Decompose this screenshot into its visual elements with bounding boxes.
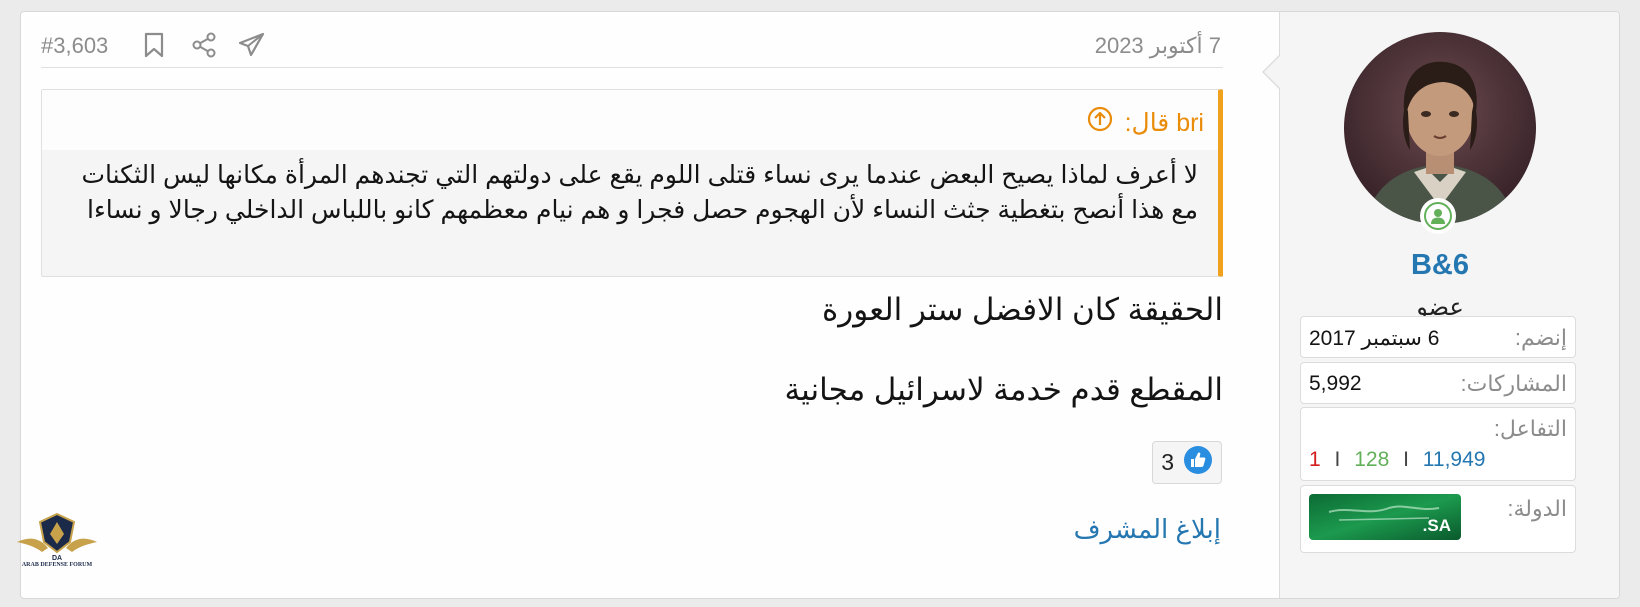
quote-block: bri قال: لا أعرف لماذا يصيح البعض عندما … xyxy=(41,89,1223,277)
arrow-up-circle-icon[interactable] xyxy=(1087,106,1113,139)
panel-pointer-fill xyxy=(1264,55,1281,89)
posts-stat: المشاركات: 5,992 xyxy=(1300,362,1576,404)
logo-text: ARAB DEFENSE FORUM xyxy=(21,562,93,568)
svg-text:DA: DA xyxy=(52,555,62,562)
joined-value: 6 سبتمبر 2017 xyxy=(1309,327,1440,350)
post-container: #3,603 7 أكتوبر 2023 bri قال: لا أعرف لم… xyxy=(20,11,1620,599)
post-number-link[interactable]: #3,603 xyxy=(41,33,108,59)
quote-text: لا أعرف لماذا يصيح البعض عندما يرى نساء … xyxy=(81,161,1198,224)
quote-attribution[interactable]: bri قال: xyxy=(1087,106,1204,139)
reactions-values: 1 I 128 I 11,949 xyxy=(1309,448,1485,472)
username[interactable]: B&6 xyxy=(1280,249,1600,282)
post-date[interactable]: 7 أكتوبر 2023 xyxy=(1095,33,1221,59)
reaction-neutral: 128 xyxy=(1354,448,1390,471)
share-icon[interactable] xyxy=(189,30,219,60)
country-flag: .SA xyxy=(1309,494,1461,540)
site-logo: DA ARAB DEFENSE FORUM xyxy=(12,508,102,580)
message-line-2: المقطع قدم خدمة لاسرائيل مجانية xyxy=(784,372,1223,407)
reaction-separator: I xyxy=(1403,448,1409,471)
avatar[interactable] xyxy=(1344,32,1536,224)
joined-stat: إنضم: 6 سبتمبر 2017 xyxy=(1300,316,1576,358)
quote-header: bri قال: xyxy=(42,90,1218,150)
reactions-stat: التفاعل: 1 I 128 I 11,949 xyxy=(1300,407,1576,481)
send-icon[interactable] xyxy=(237,30,267,60)
country-stat: الدولة: .SA xyxy=(1300,485,1576,553)
posts-label: المشاركات: xyxy=(1460,371,1568,396)
posts-value[interactable]: 5,992 xyxy=(1309,372,1362,396)
user-panel: B&6 عضو إنضم: 6 سبتمبر 2017 المشاركات: 5… xyxy=(1262,12,1619,598)
flag-label: .SA xyxy=(1422,516,1451,535)
reaction-count: 3 xyxy=(1161,449,1175,475)
quote-author: bri قال: xyxy=(1124,108,1204,137)
message-line-1: الحقيقة كان الافضل ستر العورة xyxy=(822,292,1223,327)
bookmark-icon[interactable] xyxy=(139,30,169,60)
reaction-positive: 11,949 xyxy=(1422,448,1486,471)
like-icon xyxy=(1183,445,1213,480)
reaction-negative: 1 xyxy=(1309,448,1321,471)
joined-label: إنضم: xyxy=(1514,325,1567,350)
online-status-badge xyxy=(1420,198,1456,234)
post-main: #3,603 7 أكتوبر 2023 bri قال: لا أعرف لم… xyxy=(21,12,1243,598)
report-button[interactable]: إبلاغ المشرف xyxy=(1074,514,1221,545)
reaction-separator: I xyxy=(1334,448,1341,471)
reactions-label: التفاعل: xyxy=(1493,416,1567,441)
user-icon xyxy=(1424,202,1452,230)
post-header: #3,603 7 أكتوبر 2023 xyxy=(41,30,1223,68)
country-label: الدولة: xyxy=(1507,496,1567,521)
reaction-summary[interactable]: 3 xyxy=(1152,441,1222,484)
